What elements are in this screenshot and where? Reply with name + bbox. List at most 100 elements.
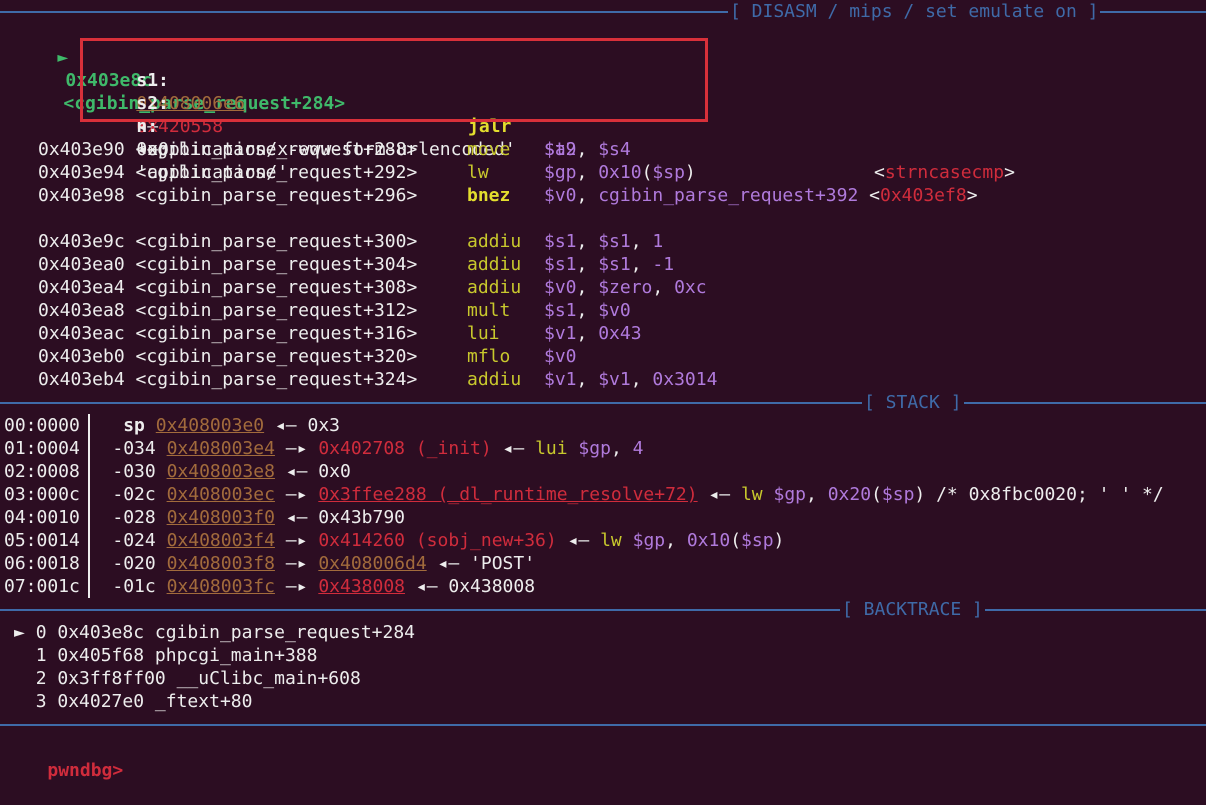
disasm-addr: 0x403e94: [38, 162, 125, 183]
disasm-addr: 0x403ea4: [38, 277, 125, 298]
disasm-op: mult: [467, 300, 511, 321]
disasm-operands: $v1, $v1, 0x3014: [544, 369, 718, 390]
stack-row: 07:001c -01c 0x408003fc —▸ 0x438008 ◂— 0…: [4, 575, 535, 598]
backtrace-addr: 0x3ff8ff00: [57, 668, 166, 689]
stack-index: 05:0014: [4, 530, 80, 551]
stack-addr: 0x408003ec: [166, 484, 275, 505]
stack-value: ◂— 0x43b790: [285, 507, 406, 528]
stack-addr: 0x408003f0: [166, 507, 275, 528]
disasm-op: lui: [467, 323, 500, 344]
stack-offset: -028: [112, 507, 156, 528]
disasm-sym: <cgibin_parse_request+320>: [135, 346, 418, 367]
stack-value: —▸ 0x438008 ◂— 0x438008: [285, 576, 536, 597]
disasm-row: 0x403e9c <cgibin_parse_request+300> addiu…: [38, 230, 663, 253]
stack-value: —▸ 0x408006d4 ◂— 'POST': [285, 553, 536, 574]
backtrace-sym: _ftext+80: [154, 691, 253, 712]
stack-addr: 0x408003f4: [166, 530, 275, 551]
terminal: [ DISASM / mips / set emulate on ] ► 0x4…: [0, 0, 1206, 781]
stack-row: 05:0014 -024 0x408003f4 —▸ 0x414260 (sob…: [4, 529, 784, 552]
backtrace-index: 0: [35, 622, 47, 643]
disasm-op: addiu: [467, 231, 522, 252]
stack-value: —▸ 0x414260 (sobj_new+36) ◂— lw $gp, 0x1…: [285, 530, 785, 551]
backtrace-sym: cgibin_parse_request+284: [154, 622, 416, 643]
stack-index: 02:0008: [4, 461, 80, 482]
stack-row: 03:000c -02c 0x408003ec —▸ 0x3ffee288 (_…: [4, 483, 1164, 506]
disasm-op: bnez: [467, 185, 511, 206]
disasm-op: move: [467, 139, 511, 160]
disasm-row: 0x403ea8 <cgibin_parse_request+312> mult $…: [38, 299, 631, 322]
stack-row: 02:0008 -030 0x408003e8 ◂— 0x0: [4, 460, 351, 483]
stack-offset: -024: [112, 530, 156, 551]
disasm-operands: $v0: [544, 346, 577, 367]
stack-index: 01:0004: [4, 438, 80, 459]
disasm-operands: $v1, 0x43: [544, 323, 642, 344]
disasm-operand-c: 0x403ef8: [879, 185, 967, 206]
bottom-separator: [0, 713, 1206, 736]
disasm-sym: <cgibin_parse_request+300>: [135, 231, 418, 252]
stack-index: 06:0018: [4, 553, 80, 574]
backtrace-row: 2 0x3ff8ff00 __uClibc_main+608: [14, 667, 361, 690]
disasm-operands: $s1, $s1, 1: [544, 231, 664, 252]
backtrace-addr: 0x405f68: [57, 645, 145, 666]
disasm-op: addiu: [467, 277, 522, 298]
backtrace-index: 3: [35, 691, 47, 712]
disasm-addr: 0x403ea0: [38, 254, 125, 275]
backtrace-title: [ BACKTRACE ]: [840, 598, 985, 621]
disasm-addr: 0x403ea8: [38, 300, 125, 321]
stack-index: 00:0000: [4, 415, 80, 436]
disasm-row: 0x403eb4 <cgibin_parse_request+324> addiu…: [38, 368, 717, 391]
prompt[interactable]: pwndbg>: [47, 760, 123, 781]
current-target-name: strncasecmp: [884, 162, 1005, 183]
disasm-operands: $s1, $v0: [544, 300, 631, 321]
disasm-operands: $gp, 0x10($sp): [544, 162, 696, 183]
stack-offset: -01c: [112, 576, 156, 597]
disasm-addr: 0x403eb0: [38, 346, 125, 367]
disasm-sym: <cgibin_parse_request+308>: [135, 277, 418, 298]
backtrace-row: 1 0x405f68 phpcgi_main+388: [14, 644, 318, 667]
stack-value: ◂— 0x0: [285, 461, 351, 482]
stack-row: 04:0010 -028 0x408003f0 ◂— 0x43b790: [4, 506, 405, 529]
backtrace-index: 2: [35, 668, 47, 689]
stack-value: —▸ 0x3ffee288 (_dl_runtime_resolve+72) ◂…: [285, 484, 1164, 505]
disasm-row: 0x403ea4 <cgibin_parse_request+308> addiu…: [38, 276, 707, 299]
stack-index: 07:001c: [4, 576, 80, 597]
stack-row: 06:0018 -020 0x408003f8 —▸ 0x408006d4 ◂—…: [4, 552, 535, 575]
stack-value: ◂— 0x3: [274, 415, 340, 436]
disasm-row: 0x403e94 <cgibin_parse_request+292> lw $gp…: [38, 161, 696, 184]
stack-offset: -02c: [112, 484, 156, 505]
disasm-op: addiu: [467, 369, 522, 390]
disasm-operands: $s1, $s1, -1: [544, 254, 675, 275]
backtrace-sym: phpcgi_main+388: [154, 645, 318, 666]
stack-addr: 0x408003fc: [166, 576, 275, 597]
backtrace-addr: 0x4027e0: [57, 691, 145, 712]
disasm-sym: <cgibin_parse_request+324>: [135, 369, 418, 390]
disasm-row: 0x403eb0 <cgibin_parse_request+320> mflo $…: [38, 345, 577, 368]
disasm-title: [ DISASM / mips / set emulate on ]: [728, 0, 1101, 23]
disasm-row: 0x403e90 <cgibin_parse_request+288> move $…: [38, 138, 631, 161]
disasm-op: addiu: [467, 254, 522, 275]
disasm-sym: <cgibin_parse_request+304>: [135, 254, 418, 275]
prompt-line[interactable]: pwndbg>: [4, 736, 123, 781]
disasm-operand-a: $v0: [544, 185, 577, 206]
backtrace-index: 1: [35, 645, 47, 666]
stack-offset: -030: [112, 461, 156, 482]
disasm-op: mflo: [467, 346, 511, 367]
disasm-row: 0x403eac <cgibin_parse_request+316> lui $v…: [38, 322, 642, 345]
stack-row: 00:0000 sp 0x408003e0 ◂— 0x3: [4, 414, 340, 437]
stack-index: 03:000c: [4, 484, 80, 505]
disasm-addr: 0x403e90: [38, 139, 125, 160]
stack-index: 04:0010: [4, 507, 80, 528]
current-line-arrow-icon: ►: [57, 47, 69, 68]
backtrace-row: 3 0x4027e0 _ftext+80: [14, 690, 253, 713]
disasm-sym: <cgibin_parse_request+292>: [135, 162, 418, 183]
stack-addr: 0x408003e4: [166, 438, 275, 459]
disasm-sym: <cgibin_parse_request+296>: [135, 185, 418, 206]
backtrace-addr: 0x403e8c: [57, 622, 145, 643]
highlight-box: [80, 38, 708, 122]
stack-separator: [ STACK ]: [0, 391, 1206, 414]
disasm-addr: 0x403e98: [38, 185, 125, 206]
disasm-op: lw: [467, 162, 489, 183]
stack-addr: 0x408003e0: [155, 415, 265, 436]
disasm-sym: <cgibin_parse_request+288>: [135, 139, 418, 160]
stack-addr: 0x408003f8: [166, 553, 275, 574]
